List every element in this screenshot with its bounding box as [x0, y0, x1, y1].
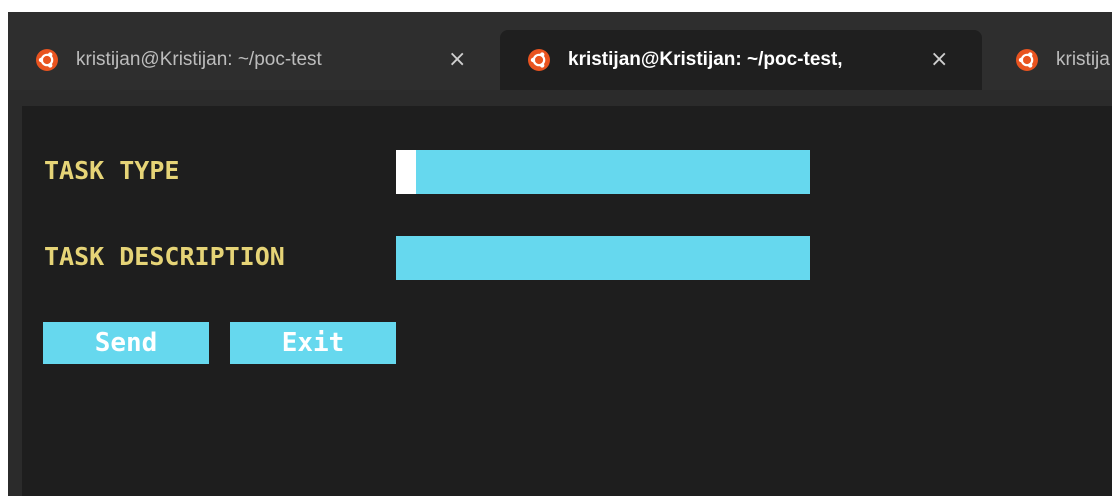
text-cursor — [396, 150, 416, 194]
tab-2-active[interactable]: kristijan@Kristijan: ~/poc-test, × — [500, 30, 982, 90]
close-icon[interactable]: × — [448, 47, 466, 72]
tab-1[interactable]: kristijan@Kristijan: ~/poc-test × — [8, 30, 498, 90]
task-type-input[interactable] — [396, 150, 810, 194]
task-description-input[interactable] — [396, 236, 810, 280]
close-icon[interactable]: × — [930, 47, 948, 72]
ubuntu-icon — [528, 49, 550, 71]
tab-title: kristijan@Kristijan: ~/poc-test, — [568, 49, 843, 70]
ubuntu-icon — [36, 49, 58, 71]
tab-title: kristija — [1056, 49, 1110, 70]
ubuntu-icon — [1016, 49, 1038, 71]
terminal-window: kristijan@Kristijan: ~/poc-test × kristi… — [8, 12, 1112, 496]
exit-button[interactable]: Exit — [230, 322, 396, 364]
terminal-content: TASK TYPE TASK DESCRIPTION Send Exit — [22, 106, 1112, 496]
send-button[interactable]: Send — [43, 322, 209, 364]
task-type-label: TASK TYPE — [44, 156, 180, 185]
task-description-label: TASK DESCRIPTION — [44, 242, 285, 271]
tab-3[interactable]: kristija — [988, 30, 1112, 90]
tab-title: kristijan@Kristijan: ~/poc-test — [76, 49, 322, 70]
tab-bar: kristijan@Kristijan: ~/poc-test × kristi… — [8, 12, 1112, 90]
